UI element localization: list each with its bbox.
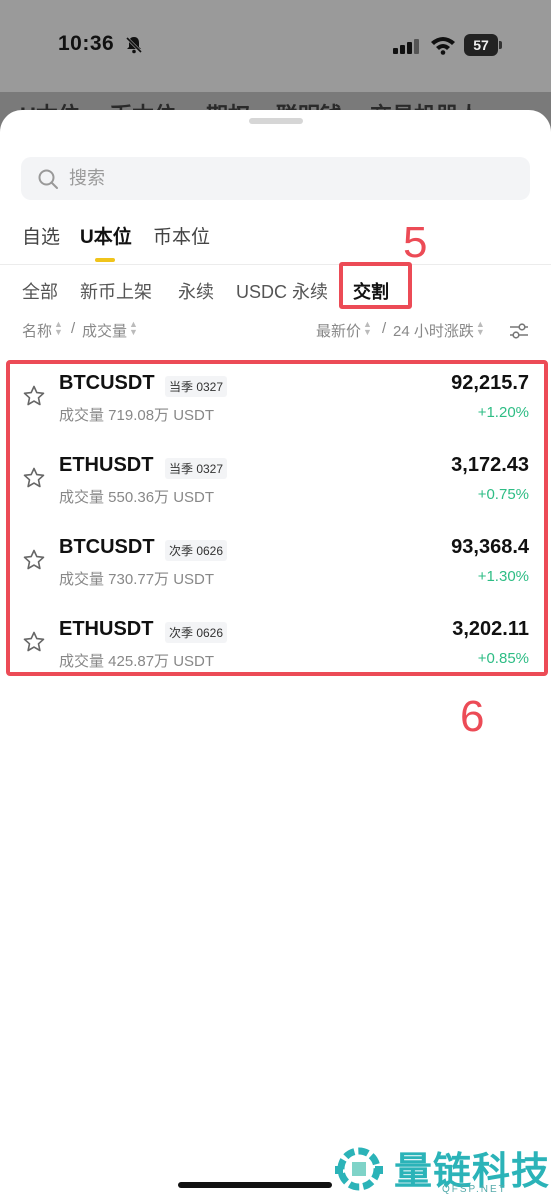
sort-separator: /: [71, 320, 76, 337]
filter-settings-icon[interactable]: [509, 322, 529, 340]
battery-indicator: 57: [464, 34, 502, 56]
tab-favorites[interactable]: 自选: [22, 222, 60, 249]
search-icon: [38, 169, 58, 189]
battery-tip: [499, 41, 502, 49]
sort-arrows-icon: ▲ ▼: [475, 319, 485, 337]
status-time: 10:36: [58, 32, 115, 55]
annotation-step-5: 5: [403, 218, 428, 267]
sort-price-label: 最新价: [316, 323, 362, 340]
home-indicator[interactable]: [178, 1182, 332, 1188]
sort-by-24h-change[interactable]: 24 小时涨跌 ▲ ▼: [393, 320, 485, 341]
search-input[interactable]: [69, 157, 509, 200]
sort-name-label: 名称: [22, 323, 53, 340]
tab-all[interactable]: 全部: [22, 278, 58, 304]
cellular-signal-icon: [393, 39, 419, 54]
tab-perpetual[interactable]: 永续: [178, 278, 214, 304]
bell-muted-icon: [125, 36, 143, 54]
tab-coin-margined[interactable]: 币本位: [153, 222, 210, 249]
watermark-logo-icon: [335, 1147, 383, 1191]
tab-usdc-perpetual[interactable]: USDC 永续: [236, 278, 328, 304]
sort-separator: /: [382, 320, 387, 337]
sort-by-name[interactable]: 名称 ▲ ▼: [22, 320, 63, 341]
search-bar[interactable]: [21, 157, 530, 200]
secondary-tabs: 全部 新币上架 永续 USDC 永续 交割: [0, 278, 551, 308]
sheet-grabber[interactable]: [249, 118, 303, 124]
sort-header: 名称 ▲ ▼ / 成交量 ▲ ▼ 最新价 ▲ ▼ / 24 小时涨跌 ▲ ▼: [0, 320, 551, 342]
sort-by-last-price[interactable]: 最新价 ▲ ▼: [316, 320, 372, 341]
sort-volume-label: 成交量: [82, 323, 128, 340]
wifi-icon: [431, 37, 455, 55]
sort-arrows-icon: ▲ ▼: [363, 319, 372, 337]
delivery-tab-highlight: [339, 262, 412, 309]
contract-list-highlight: [6, 360, 548, 676]
sort-change-label: 24 小时涨跌: [393, 323, 474, 340]
sort-by-volume[interactable]: 成交量 ▲ ▼: [82, 320, 138, 341]
watermark: 量链科技 QFSP.NET: [332, 1140, 551, 1200]
active-tab-indicator: [95, 258, 115, 262]
annotation-step-6: 6: [460, 692, 485, 741]
sort-arrows-icon: ▲ ▼: [54, 319, 63, 337]
battery-level: 57: [464, 34, 498, 56]
market-picker-sheet: 自选 U本位 币本位 5 全部 新币上架 永续 USDC 永续 交割 名称▲▼ …: [0, 110, 551, 1200]
status-bar: 10:36 57: [0, 0, 551, 92]
watermark-subtext: QFSP.NET: [442, 1184, 507, 1195]
tab-new-listings[interactable]: 新币上架: [80, 278, 152, 304]
sort-arrows-icon: ▲ ▼: [129, 319, 138, 337]
tab-usdt-margined[interactable]: U本位: [80, 222, 132, 249]
tabs-divider: [0, 264, 551, 265]
